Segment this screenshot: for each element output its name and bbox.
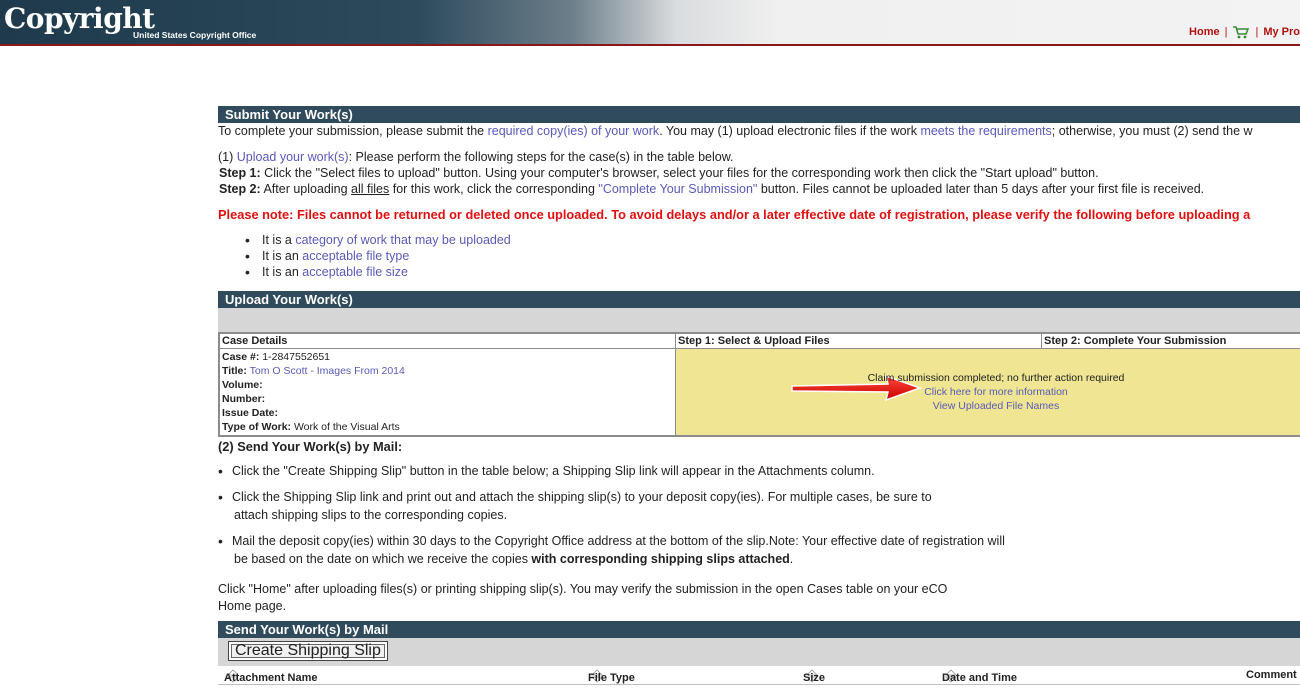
case-number-field: Number: [222, 392, 673, 406]
send-by-mail-heading: (2) Send Your Work(s) by Mail: [218, 439, 403, 454]
home-link[interactable]: Home [1189, 26, 1220, 38]
upload-toolbar [218, 308, 1300, 332]
required-copies-link[interactable]: required copy(ies) of your work [488, 124, 660, 138]
acceptable-file-size-link[interactable]: acceptable file size [302, 265, 408, 279]
col-file-type[interactable]: File Type [588, 669, 635, 684]
step1-line: Step 1: Click the "Select files to uploa… [218, 165, 1300, 181]
case-title: Title: Tom O Scott - Images From 2014 [222, 364, 673, 378]
home-instruction-b: Home page. [218, 599, 287, 613]
mail-step-3-bold: with corresponding shipping slips attach… [531, 552, 790, 566]
step2-line: Step 2: After uploading all files for th… [218, 181, 1300, 197]
issue-date-label: Issue Date: [222, 407, 279, 419]
case-details-cell: Case #: 1-2847552651 Title: Tom O Scott … [218, 348, 676, 437]
table-header-row: Case Details Step 1: Select & Upload Fil… [218, 332, 1300, 349]
step1-label: Step 1: [219, 166, 261, 180]
meets-requirements-link[interactable]: meets the requirements [920, 124, 1051, 138]
table-row: Case #: 1-2847552651 Title: Tom O Scott … [218, 348, 1300, 437]
attachments-table-header: Attachment Name File Type Size Date and … [218, 666, 1300, 685]
home-instruction-a: Click "Home" after uploading files(s) or… [218, 582, 948, 596]
case-volume: Volume: [222, 378, 673, 392]
col-case-details: Case Details [218, 332, 676, 349]
bullet-text: It is an [262, 265, 303, 279]
mail-step-3-text-b: be based on the date on which we receive… [234, 552, 532, 566]
mail-step-3-text-a: Mail the deposit copy(ies) within 30 day… [232, 534, 1005, 548]
volume-label: Volume: [222, 379, 263, 391]
shipping-toolbar: Create Shipping Slip [218, 638, 1300, 666]
case-number-label: Case #: [222, 351, 260, 363]
mail-step-2-text-a: Click the Shipping Slip link and print o… [232, 490, 932, 504]
attachment-name-label: Attachment Name [224, 672, 318, 684]
top-nav: Home | | My Pro [1189, 25, 1300, 39]
main-content: Submit Your Work(s) To complete your sub… [218, 106, 1300, 685]
file-type-label: File Type [588, 672, 635, 684]
size-label: Size [803, 672, 826, 684]
view-uploaded-files-link[interactable]: View Uploaded File Names [933, 400, 1059, 412]
all-files-text: all files [351, 182, 390, 196]
submit-intro: To complete your submission, please subm… [218, 123, 1300, 139]
logo-subtitle: United States Copyright Office [133, 30, 257, 40]
home-instruction: Click "Home" after uploading files(s) or… [218, 581, 1300, 615]
mail-step-3-end: . [789, 552, 794, 566]
step2-text-b: for this work, click the corresponding [389, 182, 599, 196]
mail-step-2: • Click the Shipping Slip link and print … [218, 489, 932, 522]
step2-text-c: button. Files cannot be uploaded later t… [757, 182, 1205, 196]
list-item: It is an acceptable file type [218, 248, 1300, 264]
case-number: Case #: 1-2847552651 [222, 350, 673, 364]
upload-your-works-link[interactable]: Upload your work(s) [237, 150, 349, 164]
verify-list: It is a category of work that may be upl… [218, 232, 1300, 280]
bullet-text: It is a [262, 233, 296, 247]
upload-works-bar: Upload Your Work(s) [218, 291, 1300, 308]
step2-label: Step 2: [219, 182, 261, 196]
intro-text-1: To complete your submission, please subm… [218, 124, 488, 138]
upload-option: (1) Upload your work(s): Please perform … [218, 149, 1300, 165]
number-label: Number: [222, 393, 266, 405]
mail-step-3: • Mail the deposit copy(ies) within 30 da… [218, 533, 1005, 566]
send-by-mail-bar: Send Your Work(s) by Mail [218, 621, 1300, 638]
copyright-logo[interactable]: Copyright [4, 2, 155, 35]
submission-status-cell: Claim submission completed; no further a… [675, 348, 1300, 437]
status-text: Claim submission completed; no further a… [867, 372, 1125, 384]
col-size[interactable]: Size [803, 669, 825, 684]
mail-step-2-text-b: attach shipping slips to the correspondi… [234, 508, 508, 522]
submit-works-bar: Submit Your Work(s) [218, 106, 1300, 123]
upload-case-table: Case Details Step 1: Select & Upload Fil… [218, 332, 1300, 437]
case-issue-date: Issue Date: [222, 406, 673, 420]
list-item: It is an acceptable file size [218, 264, 1300, 280]
case-title-link[interactable]: Tom O Scott - Images From 2014 [250, 365, 405, 377]
intro-text-3: ; otherwise, you must (2) send the w [1051, 124, 1253, 138]
case-type: Type of Work: Work of the Visual Arts [222, 420, 673, 434]
type-of-work-value: Work of the Visual Arts [293, 421, 400, 433]
complete-submission-link[interactable]: "Complete Your Submission" [598, 182, 757, 196]
bullet-text: It is an [262, 249, 303, 263]
page: Copyright United States Copyright Office… [0, 0, 1300, 688]
mail-step-1-text: Click the "Create Shipping Slip" button … [232, 464, 875, 478]
nav-separator: | [1224, 26, 1228, 38]
site-header: Copyright United States Copyright Office… [0, 0, 1300, 46]
shopping-cart-icon[interactable] [1232, 25, 1250, 39]
create-shipping-slip-button[interactable]: Create Shipping Slip [228, 641, 388, 661]
col-attachment-name[interactable]: Attachment Name [224, 669, 318, 684]
my-profile-link[interactable]: My Pro [1263, 26, 1300, 38]
col-date-time[interactable]: Date and Time [942, 669, 1017, 684]
mail-step-1: • Click the "Create Shipping Slip" button… [218, 463, 875, 479]
please-note-warning: Please note: Files cannot be returned or… [218, 207, 1251, 222]
col-step2: Step 2: Complete Your Submission [1041, 332, 1300, 349]
col-comment[interactable]: Comment [1246, 669, 1297, 681]
title-label: Title: [222, 365, 247, 377]
more-info-link[interactable]: Click here for more information [924, 386, 1068, 398]
date-time-label: Date and Time [942, 672, 1017, 684]
step1-text: Click the "Select files to upload" butto… [260, 166, 1099, 180]
category-of-work-link[interactable]: category of work that may be uploaded [295, 233, 510, 247]
case-number-value: 1-2847552651 [262, 351, 331, 363]
col-step1: Step 1: Select & Upload Files [675, 332, 1042, 349]
intro-text-2: . You may (1) upload electronic files if… [659, 124, 921, 138]
acceptable-file-type-link[interactable]: acceptable file type [302, 249, 409, 263]
status-block: Claim submission completed; no further a… [676, 371, 1300, 413]
option1-text: : Please perform the following steps for… [348, 150, 734, 164]
option1-prefix: (1) [218, 150, 237, 164]
type-of-work-label: Type of Work: [222, 421, 292, 433]
list-item: It is a category of work that may be upl… [218, 232, 1300, 248]
step2-text-a: After uploading [260, 182, 352, 196]
nav-separator-2: | [1255, 26, 1259, 38]
